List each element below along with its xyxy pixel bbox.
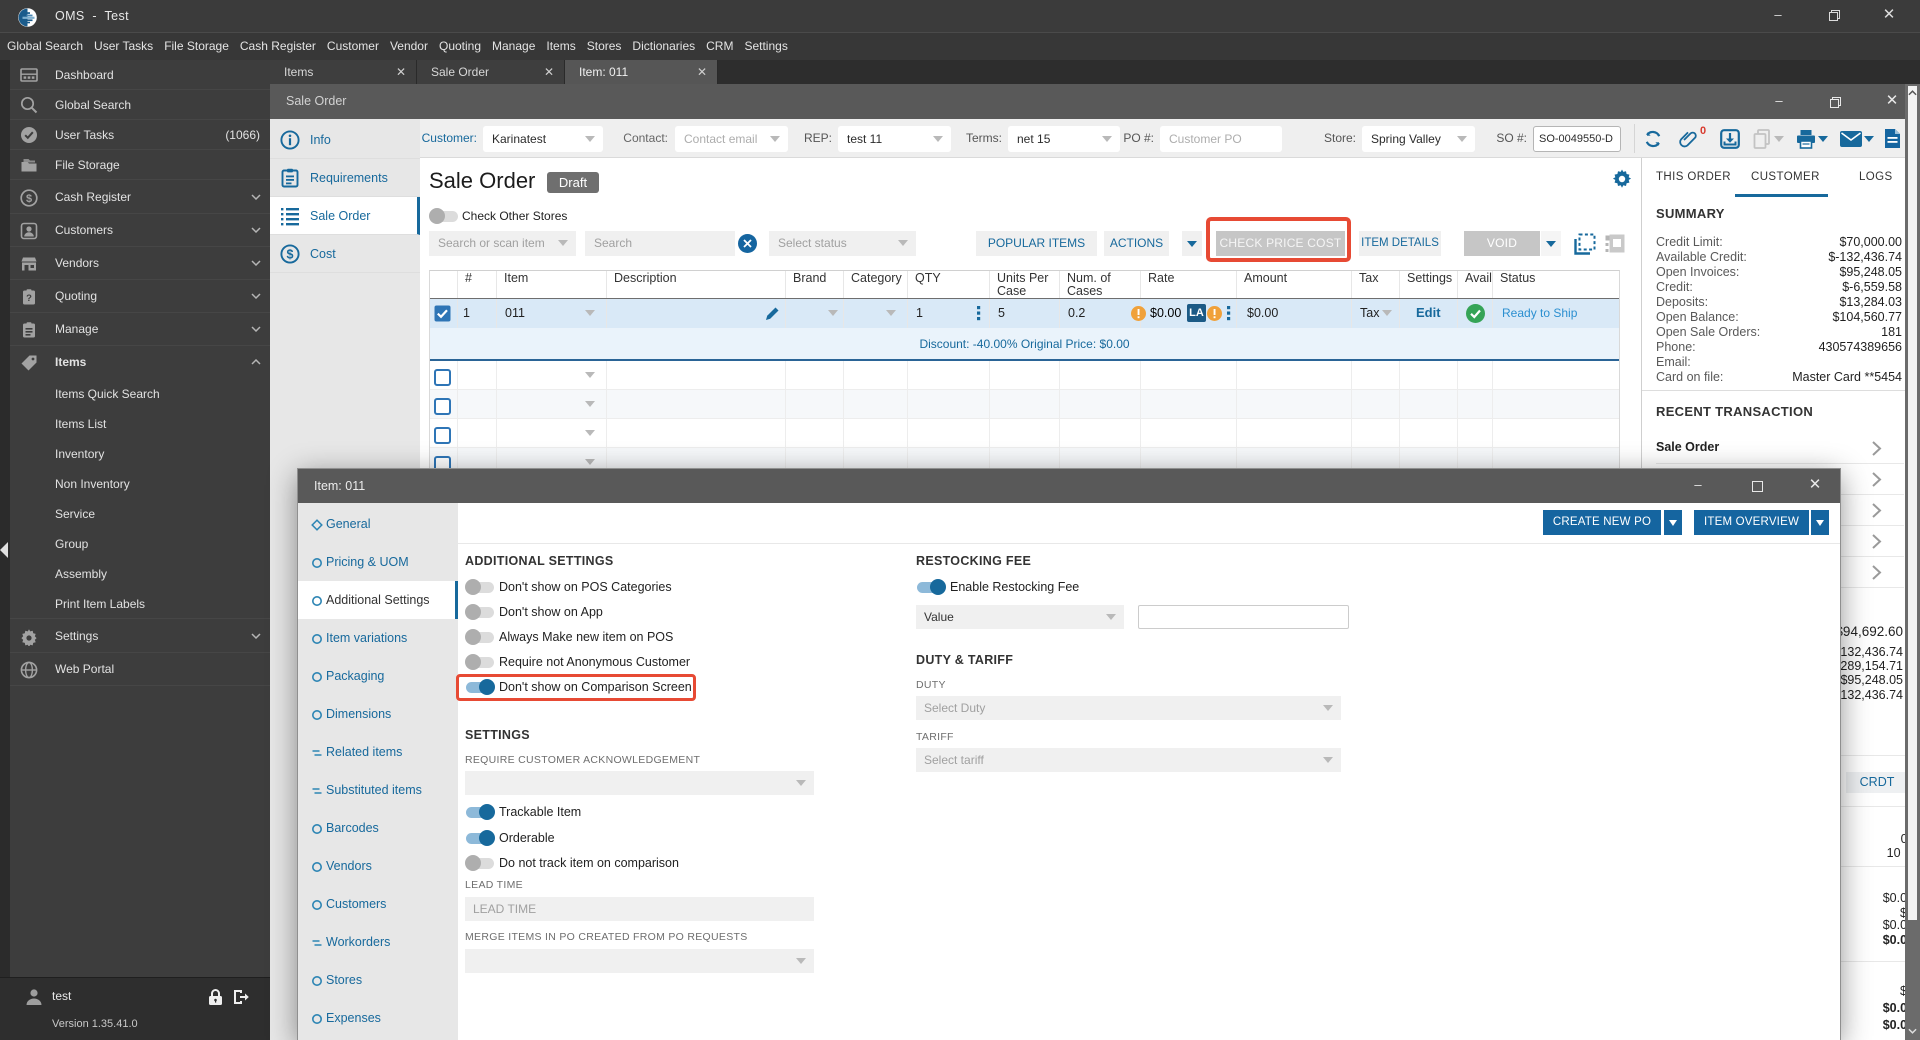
svg-text:?: ? (26, 293, 32, 304)
svg-text:$: $ (26, 193, 32, 205)
svg-text:$: $ (287, 247, 294, 261)
